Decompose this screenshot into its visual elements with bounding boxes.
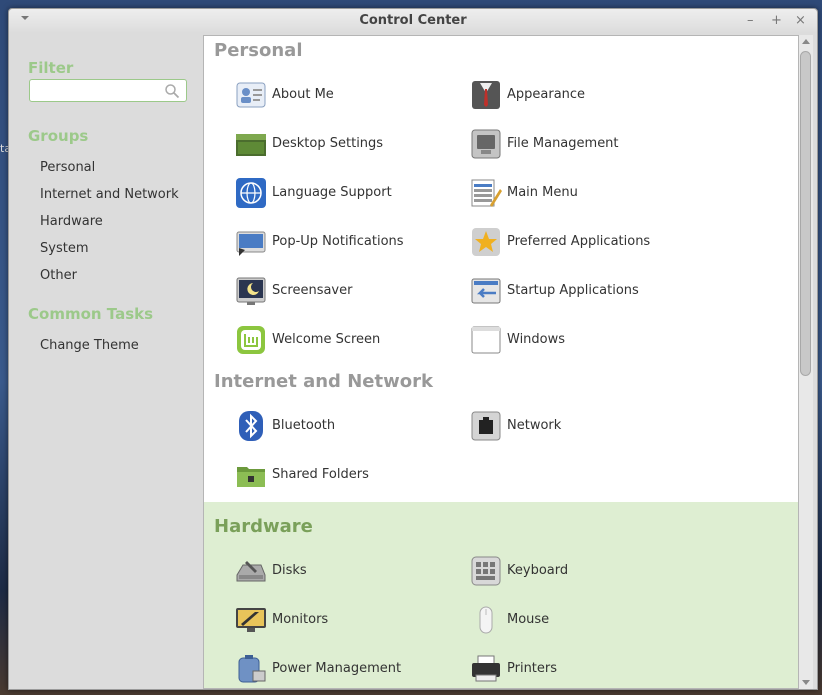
welcome-screen-label: Welcome Screen (272, 332, 381, 347)
scroll-up-icon[interactable] (802, 39, 810, 44)
desktop-settings-label: Desktop Settings (272, 136, 384, 151)
network-icon (471, 411, 501, 441)
title-bar: Control Center – + × (9, 9, 817, 33)
language-support-label: Language Support (272, 185, 392, 200)
search-icon[interactable] (164, 83, 180, 99)
task-change-theme[interactable]: Change Theme (40, 338, 139, 353)
keyboard-icon (471, 556, 501, 586)
popup-notifications-label: Pop-Up Notifications (272, 234, 404, 249)
window-title: Control Center (359, 13, 467, 28)
windows-icon (471, 326, 501, 354)
appearance-icon (472, 81, 500, 109)
bluetooth-icon (239, 411, 263, 441)
internet-and-network-heading: Internet and Network (214, 371, 433, 392)
windows-label: Windows (507, 332, 566, 347)
group-personal[interactable]: Personal (40, 160, 95, 175)
startup-applications-icon (471, 278, 501, 304)
sidebar: Filter Groups Personal Internet and Netw… (9, 33, 203, 689)
startup-applications-label: Startup Applications (507, 283, 639, 298)
language-support-icon (236, 178, 266, 208)
screensaver-icon (236, 277, 266, 305)
disks-label: Disks (272, 563, 307, 578)
printers-icon (472, 655, 500, 682)
applet-list: Personal About Me Appearance Desktop Set… (203, 35, 799, 689)
screensaver-label: Screensaver (272, 283, 353, 298)
close-button[interactable]: × (795, 13, 806, 29)
group-other[interactable]: Other (40, 268, 77, 283)
group-internet-and-network[interactable]: Internet and Network (40, 187, 179, 202)
filter-heading: Filter (28, 59, 74, 77)
main-menu-label: Main Menu (507, 185, 578, 200)
shared-folders-label: Shared Folders (272, 467, 369, 482)
preferred-applications-icon (472, 228, 500, 256)
minimize-button[interactable]: – (747, 13, 754, 29)
power-management-icon (238, 655, 266, 683)
control-center-window: Control Center – + × Filter Groups Perso… (8, 8, 818, 690)
preferred-applications-label: Preferred Applications (507, 234, 651, 249)
main-menu-icon (471, 179, 502, 207)
desktop-settings-icon (236, 134, 266, 156)
monitors-label: Monitors (272, 612, 329, 627)
hardware-heading: Hardware (214, 516, 313, 537)
filter-field[interactable] (29, 79, 187, 102)
groups-heading: Groups (28, 127, 89, 145)
popup-notifications-icon (236, 231, 266, 256)
filter-input[interactable] (34, 80, 163, 102)
welcome-screen-icon (237, 326, 265, 354)
mouse-label: Mouse (507, 612, 550, 627)
printers-label: Printers (507, 661, 558, 676)
maximize-button[interactable]: + (771, 13, 782, 29)
about-me-label: About Me (272, 87, 334, 102)
network-label: Network (507, 418, 562, 433)
vertical-scrollbar[interactable] (799, 35, 813, 689)
disks-icon (236, 561, 266, 582)
monitors-icon (236, 608, 266, 632)
bluetooth-label: Bluetooth (272, 418, 336, 433)
personal-heading: Personal (214, 40, 303, 61)
mouse-icon (479, 606, 493, 634)
keyboard-label: Keyboard (507, 563, 569, 578)
scrollbar-thumb[interactable] (800, 51, 811, 376)
about-me-icon (236, 82, 266, 108)
group-system[interactable]: System (40, 241, 88, 256)
common-tasks-heading: Common Tasks (28, 305, 154, 323)
appearance-label: Appearance (507, 87, 586, 102)
power-management-label: Power Management (272, 661, 402, 676)
scroll-down-icon[interactable] (802, 680, 810, 685)
group-hardware[interactable]: Hardware (40, 214, 103, 229)
file-management-icon (471, 129, 501, 159)
shared-folders-icon (237, 467, 265, 487)
file-management-label: File Management (507, 136, 619, 151)
